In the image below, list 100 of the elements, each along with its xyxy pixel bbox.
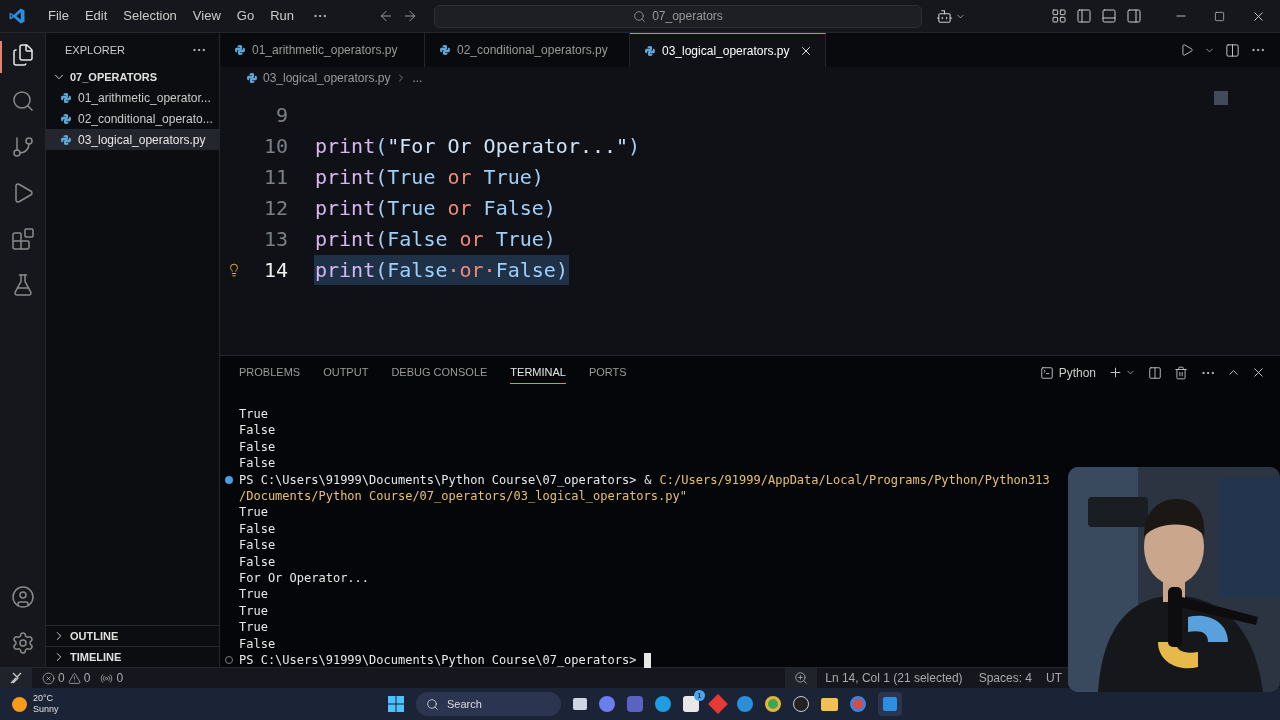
code-line: print(True or False) (314, 194, 557, 222)
folder-header[interactable]: 07_OPERATORS (46, 67, 219, 87)
toggle-secondary-sidebar-icon[interactable] (1126, 8, 1142, 24)
terminal-output: True (239, 505, 268, 520)
breadcrumb-item[interactable]: 03_logical_operators.py (263, 69, 391, 87)
terminal-command: C:/Users/91999/AppData/Local/Programs/Python/Python313 (659, 471, 1050, 489)
browser-icon[interactable] (850, 696, 866, 712)
forward-arrow-icon[interactable] (402, 8, 418, 24)
panel-tab[interactable]: TERMINAL (510, 360, 566, 385)
problems-status[interactable]: 0 0 (42, 669, 91, 687)
cursor-position[interactable]: Ln 14, Col 1 (21 selected) (825, 669, 963, 687)
folder-icon[interactable] (821, 697, 838, 711)
extensions-icon[interactable] (10, 227, 35, 251)
editor-app-icon[interactable] (878, 692, 902, 716)
python-file-icon (644, 44, 656, 57)
python-file-icon (234, 44, 246, 56)
app-logo-icon (8, 7, 26, 25)
indentation-status[interactable]: Spaces: 4 (978, 669, 1032, 687)
breadcrumb-item[interactable]: ... (412, 69, 423, 87)
error-icon (42, 671, 55, 685)
warning-icon (67, 671, 81, 685)
line-number: 9 (274, 101, 288, 129)
terminal-output: False (239, 538, 276, 553)
panel-tab[interactable]: DEBUG CONSOLE (391, 361, 488, 384)
run-icon[interactable] (1180, 43, 1194, 57)
code-line: print("For Or Operator...") (314, 132, 642, 160)
app-icon[interactable] (793, 696, 809, 712)
new-terminal-icon[interactable] (1108, 365, 1123, 380)
panel-tab[interactable]: PROBLEMS (239, 361, 301, 384)
copilot-icon[interactable] (936, 7, 953, 25)
terminal-output: True (239, 620, 268, 635)
workspace-name: 07_operators (652, 8, 723, 25)
split-editor-icon[interactable] (1225, 42, 1240, 58)
app-icon[interactable] (737, 696, 753, 712)
start-icon[interactable] (388, 696, 404, 712)
terminal-output: For Or Operator... (239, 571, 370, 586)
remote-icon (10, 672, 22, 684)
taskbar-search[interactable]: Search (416, 692, 561, 716)
back-arrow-icon[interactable] (378, 8, 394, 24)
explorer-file[interactable]: 03_logical_operators.py (46, 129, 219, 150)
editor-tab[interactable]: 03_logical_operators.py (630, 33, 827, 67)
terminal-output: False (239, 521, 276, 536)
section-header[interactable]: OUTLINE (46, 625, 219, 646)
toggle-sidebar-icon[interactable] (1076, 8, 1092, 24)
antenna-icon (100, 671, 114, 685)
weather-condition: Sunny (33, 704, 59, 715)
temperature: 20°C (33, 693, 55, 704)
panel-tab[interactable]: OUTPUT (323, 361, 369, 384)
terminal-output: False (239, 554, 276, 569)
close-panel-icon[interactable] (1251, 365, 1266, 380)
line-number: 11 (262, 163, 288, 191)
menu-item[interactable]: Edit (76, 6, 116, 26)
zoom-button[interactable] (785, 668, 818, 688)
terminal-icon[interactable] (1039, 365, 1054, 380)
minimap (1214, 91, 1228, 105)
browser-icon[interactable] (655, 696, 671, 712)
code-line: print(True or True) (314, 163, 545, 191)
sidebar-title: EXPLORER (65, 42, 125, 58)
toggle-panel-icon[interactable] (1101, 8, 1117, 24)
restore-icon[interactable] (1214, 10, 1225, 22)
app-icon[interactable] (599, 696, 615, 712)
terminal-output: True (239, 587, 268, 602)
panel-tab[interactable]: PORTS (588, 361, 627, 384)
terminal-name[interactable]: Python (1058, 363, 1096, 382)
search-icon[interactable] (10, 89, 35, 113)
editor-tab[interactable]: 02_conditional_operators.py (425, 33, 630, 67)
line-number: 14 (262, 256, 288, 284)
layout-icon[interactable] (1051, 8, 1067, 24)
search-icon (426, 697, 439, 711)
menu-item[interactable]: Run (262, 6, 302, 26)
menu-item[interactable]: Selection (115, 6, 185, 26)
explorer-icon[interactable] (10, 43, 35, 67)
menu-item[interactable]: File (40, 6, 77, 26)
terminal-output: True (239, 407, 268, 421)
menu-item[interactable]: Go (228, 6, 263, 26)
account-icon[interactable] (10, 585, 35, 609)
terminal-output: False (239, 423, 276, 438)
settings-icon[interactable] (10, 631, 35, 655)
ports-status[interactable]: 0 (100, 669, 124, 687)
command-center[interactable]: 07_operators (434, 4, 922, 28)
terminal-command: /Documents/Python Course/07_operators/03_logical_operators.py" (239, 489, 687, 504)
explorer-file[interactable]: 02_conditional_operato... (46, 108, 219, 129)
sun-icon (12, 696, 27, 712)
menu-item[interactable]: View (184, 6, 229, 26)
encoding-status[interactable]: UT (1046, 669, 1062, 687)
python-file-icon (60, 112, 72, 125)
python-file-icon (60, 91, 72, 104)
split-terminal-icon[interactable] (1148, 365, 1162, 380)
editor-tab[interactable]: 01_arithmetic_operators.py (220, 33, 425, 67)
line-number: 12 (262, 194, 288, 222)
zoom-icon (794, 671, 809, 685)
lightbulb-icon[interactable] (227, 262, 241, 277)
browser-icon[interactable] (765, 696, 781, 712)
source-control-icon[interactable] (10, 135, 35, 159)
notification-badge: 1 (694, 690, 705, 701)
trash-icon[interactable] (1174, 365, 1188, 380)
remote-button[interactable] (0, 668, 32, 688)
search-icon (633, 9, 647, 23)
line-number: 10 (262, 132, 288, 160)
explorer-file[interactable]: 01_arithmetic_operator... (46, 87, 219, 108)
